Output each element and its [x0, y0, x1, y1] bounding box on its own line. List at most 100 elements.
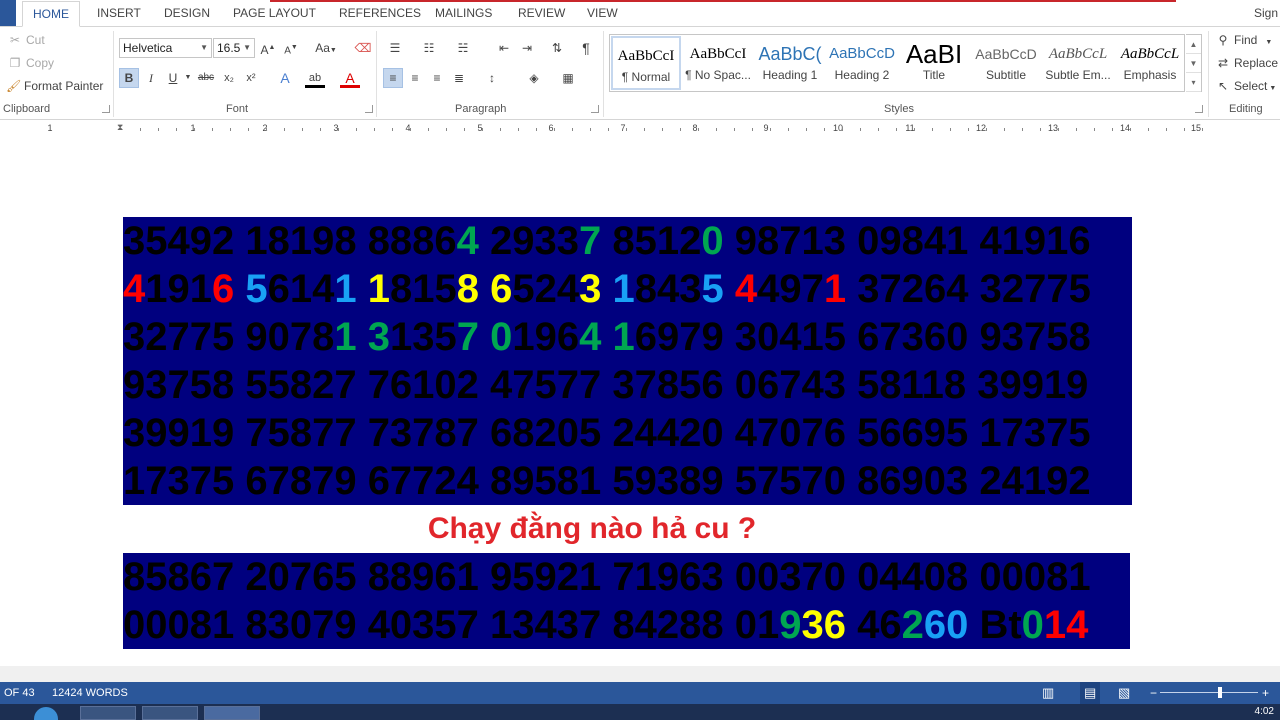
bold-icon[interactable]: B [119, 68, 139, 88]
ruler-tick [356, 128, 357, 131]
text-effects-icon[interactable]: A [275, 68, 295, 88]
ruler-tick [518, 128, 519, 131]
number-line: 39919 75877 73787 68205 24420 47076 5669… [123, 409, 1091, 457]
style-heading-1[interactable]: AaBbC(Heading 1 [755, 36, 825, 90]
digit-run [479, 267, 490, 311]
zoom-slider[interactable] [1160, 692, 1258, 693]
font-launcher-icon[interactable] [365, 105, 373, 113]
clipboard-launcher-icon[interactable] [102, 105, 110, 113]
clock[interactable]: 4:02 [1255, 706, 1274, 717]
style-emphasis[interactable]: AaBbCcL Emphasis [1115, 36, 1185, 90]
status-bar: OF 43 12424 WORDS ▥ ▤ ▧ − + [0, 682, 1280, 704]
show-marks-icon[interactable]: ¶ [576, 38, 596, 58]
increase-indent-icon[interactable]: ⇥ [517, 38, 537, 58]
numbering-icon[interactable]: ☷ [419, 38, 439, 58]
superscript-icon[interactable]: x² [241, 68, 261, 88]
copy-button[interactable]: ❐ Copy [8, 53, 54, 73]
style-no-spacing[interactable]: AaBbCcI ¶ No Spac... [683, 36, 753, 90]
digit-run [357, 267, 368, 311]
tab-mailings[interactable]: MAILINGS [435, 0, 492, 27]
multilevel-list-icon[interactable]: ☵ [453, 38, 473, 58]
highlighted-digit: 1 [612, 315, 635, 359]
line-spacing-icon[interactable]: ↕ [482, 68, 502, 88]
sort-icon[interactable]: ⇅ [547, 38, 567, 58]
styles-launcher-icon[interactable] [1195, 105, 1203, 113]
highlight-icon[interactable]: ab [305, 68, 325, 88]
digit-run: 497 [757, 267, 824, 311]
digit-run: 2933 [478, 219, 580, 263]
word-count[interactable]: 12424 WORDS [52, 682, 128, 704]
ruler-tick [1076, 128, 1077, 131]
style-normal[interactable]: AaBbCcI ¶ Normal [611, 36, 681, 90]
styles-scroll[interactable]: ▲ ▼ ▾ [1186, 34, 1202, 92]
zoom-in-icon[interactable]: + [1262, 682, 1269, 704]
chevron-up-icon[interactable]: ▲ [1186, 35, 1201, 54]
ruler-number: 10 [832, 123, 843, 133]
style-heading-2[interactable]: AaBbCcD Heading 2 [827, 36, 897, 90]
clear-formatting-icon[interactable]: ⌫ [353, 38, 373, 58]
chevron-down-icon[interactable]: ▼ [1186, 54, 1201, 73]
borders-icon[interactable]: ▦ [558, 68, 578, 88]
ruler-tick [1022, 128, 1023, 131]
font-name-combo[interactable]: Helvetica ▼ [119, 38, 212, 58]
ruler-tick [554, 128, 555, 131]
chevron-down-icon: ▼ [200, 43, 208, 52]
font-size-combo[interactable]: 16.5 ▼ [213, 38, 255, 58]
ruler-number: 11 [905, 123, 915, 133]
cursor-icon: ↖ [1217, 79, 1229, 93]
sign-in-link[interactable]: Sign [1254, 0, 1278, 27]
tab-design[interactable]: DESIGN [164, 0, 210, 27]
ruler-tick [428, 128, 429, 131]
taskbar-word-icon[interactable] [204, 706, 260, 720]
strikethrough-icon[interactable]: abc [196, 68, 216, 88]
zoom-slider-thumb[interactable] [1218, 687, 1222, 698]
chevron-down-icon[interactable]: ▼ [178, 68, 198, 88]
justify-icon[interactable]: ≣ [449, 68, 469, 88]
change-case-button[interactable]: Aa▼ [312, 38, 340, 58]
paragraph-launcher-icon[interactable] [591, 105, 599, 113]
indent-marker-icon[interactable]: ⧗ [117, 122, 127, 138]
tab-home[interactable]: HOME [22, 1, 80, 27]
find-button[interactable]: ⚲ Find ▼ [1216, 30, 1273, 50]
format-painter-button[interactable]: 🖌 Format Painter [6, 76, 103, 96]
bullets-icon[interactable]: ☰ [385, 38, 405, 58]
tab-references[interactable]: REFERENCES [339, 0, 421, 27]
paragraph-group-label: Paragraph [455, 103, 507, 115]
ruler-number: 3 [333, 123, 339, 133]
italic-icon[interactable]: I [141, 68, 161, 88]
ruler-tick [968, 128, 969, 131]
file-tab[interactable] [0, 0, 16, 26]
taskbar-explorer-icon[interactable] [80, 706, 136, 720]
start-orb-icon[interactable] [34, 707, 58, 720]
style-title[interactable]: AaBI Title [899, 36, 969, 90]
font-color-icon[interactable]: A [340, 68, 360, 88]
shrink-font-icon[interactable]: A▼ [281, 38, 301, 58]
style-subtitle[interactable]: AaBbCcD Subtitle [971, 36, 1041, 90]
replace-button[interactable]: ⇄ Replace [1216, 53, 1278, 73]
ruler-tick [590, 128, 591, 131]
print-layout-icon[interactable]: ▤ [1080, 682, 1101, 704]
select-button[interactable]: ↖ Select ▼ [1216, 76, 1276, 96]
tab-review[interactable]: REVIEW [518, 0, 565, 27]
tab-view[interactable]: VIEW [587, 0, 618, 27]
tab-insert[interactable]: INSERT [97, 0, 141, 27]
zoom-out-icon[interactable]: − [1150, 682, 1157, 704]
align-center-icon[interactable]: ≡ [405, 68, 425, 88]
style-subtle-emphasis[interactable]: AaBbCcL Subtle Em... [1043, 36, 1113, 90]
align-right-icon[interactable]: ≡ [427, 68, 447, 88]
page-count[interactable]: OF 43 [4, 682, 35, 704]
document-page[interactable]: 35492 18198 88864 29337 85120 98713 0984… [0, 138, 1280, 682]
read-mode-icon[interactable]: ▥ [1042, 682, 1054, 704]
web-layout-icon[interactable]: ▧ [1118, 682, 1130, 704]
taskbar-app-icon[interactable] [142, 706, 198, 720]
decrease-indent-icon[interactable]: ⇤ [494, 38, 514, 58]
subscript-icon[interactable]: x₂ [219, 68, 239, 88]
tab-page-layout[interactable]: PAGE LAYOUT [233, 0, 316, 27]
align-left-icon[interactable]: ≡ [383, 68, 403, 88]
more-styles-icon[interactable]: ▾ [1186, 73, 1201, 92]
cut-button[interactable]: ✂ Cut [8, 30, 45, 50]
horizontal-ruler[interactable]: 1 1 2 3 4 5 6 7 8 9 10 11 12 13 14 15 ⧗ [0, 120, 1280, 138]
shading-icon[interactable]: ◈ [524, 68, 544, 88]
grow-font-icon[interactable]: A▲ [258, 38, 278, 58]
highlighted-digit: 7 [456, 315, 479, 359]
